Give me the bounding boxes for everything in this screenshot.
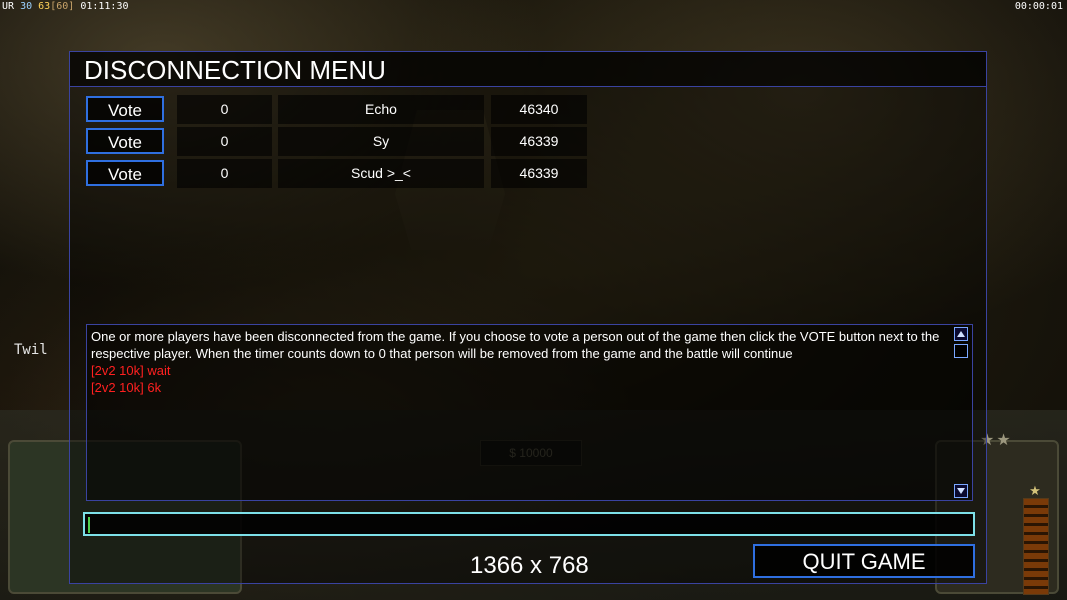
general-star-icon: ★: [1029, 483, 1041, 498]
perf-value-a: 30: [20, 1, 33, 12]
player-tag: Twil: [14, 342, 48, 358]
dialog-title: DISCONNECTION MENU: [84, 55, 386, 85]
perf-value-b: 63: [38, 1, 51, 12]
vote-count: 0: [177, 127, 272, 156]
system-message: One or more players have been disconnect…: [91, 329, 940, 361]
vote-button[interactable]: Vote: [86, 128, 164, 154]
power-meter: [1023, 498, 1049, 595]
perf-prefix: UR: [2, 1, 15, 12]
vote-button[interactable]: Vote: [86, 96, 164, 122]
chat-input[interactable]: [83, 512, 975, 536]
scroll-down-arrow-icon[interactable]: [954, 484, 968, 498]
vote-count: 0: [177, 159, 272, 188]
player-name: Scud >_<: [278, 159, 484, 188]
perf-value-c: [60]: [50, 1, 75, 12]
chat-log[interactable]: One or more players have been disconnect…: [86, 324, 973, 501]
player-ping: 46339: [491, 127, 587, 156]
rank-stars: ★★: [980, 432, 1013, 449]
player-ping: 46340: [491, 95, 587, 124]
chat-message: [2v2 10k] wait: [91, 363, 171, 378]
chat-messages: One or more players have been disconnect…: [91, 328, 951, 396]
player-name: Echo: [278, 95, 484, 124]
dialog-title-bar: DISCONNECTION MENU: [70, 52, 986, 87]
chat-message: [2v2 10k] 6k: [91, 380, 162, 395]
chat-scrollbar[interactable]: [952, 325, 972, 500]
resolution-label: 1366 x 768: [470, 552, 589, 579]
vote-count: 0: [177, 95, 272, 124]
scroll-thumb[interactable]: [954, 344, 968, 358]
text-caret: [88, 517, 90, 533]
player-ping: 46339: [491, 159, 587, 188]
perf-stats: UR 30 63[60] 01:11:30: [2, 0, 129, 13]
player-name: Sy: [278, 127, 484, 156]
vote-button[interactable]: Vote: [86, 160, 164, 186]
disconnection-dialog: DISCONNECTION MENU Vote 0 Echo 46340 Vot…: [69, 51, 987, 584]
game-clock: 01:11:30: [80, 1, 129, 12]
scroll-up-arrow-icon[interactable]: [954, 327, 968, 341]
timer-readout: 00:00:01: [1014, 1, 1063, 12]
quit-game-button[interactable]: QUIT GAME: [753, 544, 975, 578]
